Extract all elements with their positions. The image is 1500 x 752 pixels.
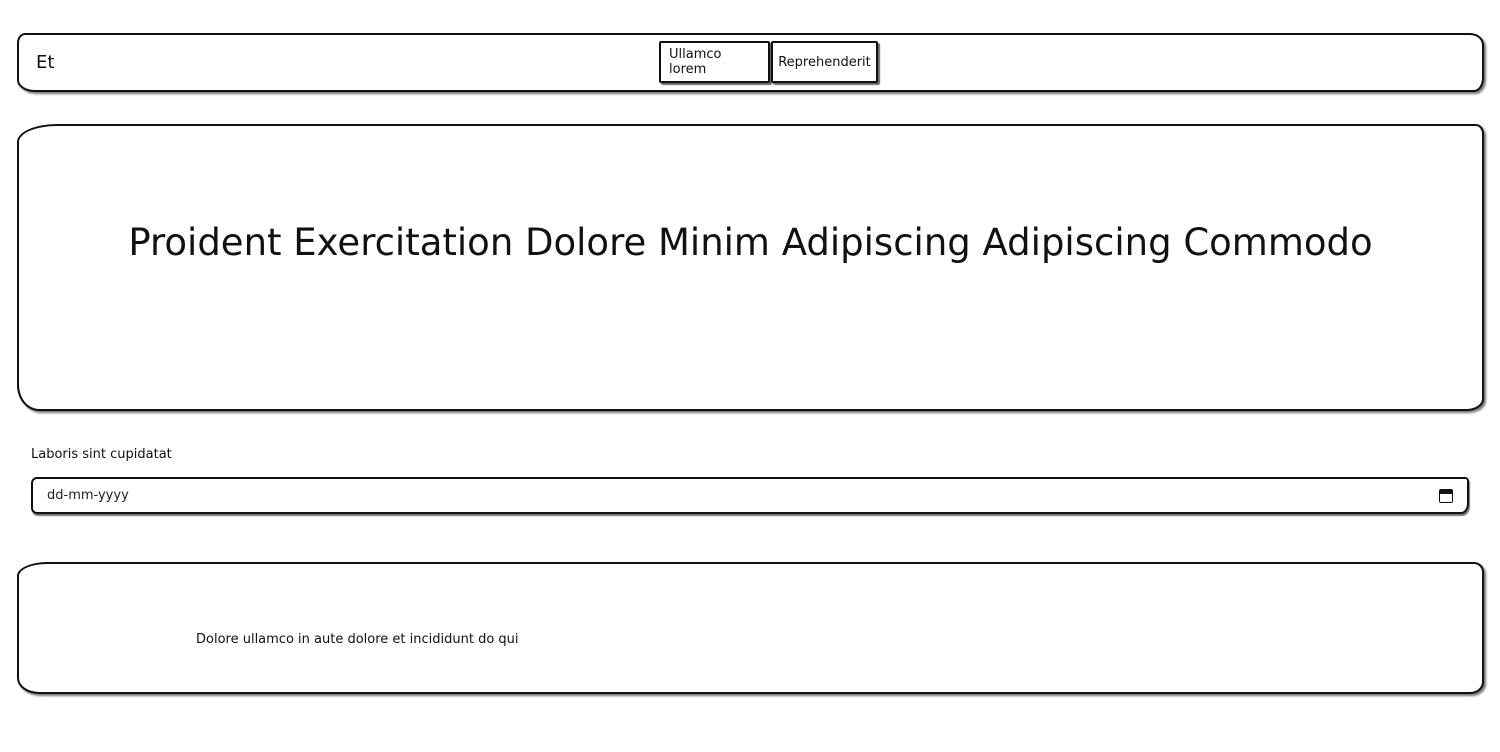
navbar: Et Ullamco lorem Reprehenderit — [17, 33, 1484, 92]
footer-card: Dolore ullamco in aute dolore et incidid… — [17, 562, 1484, 694]
footer-text: Dolore ullamco in aute dolore et incidid… — [196, 632, 519, 647]
nav-button-reprehenderit[interactable]: Reprehenderit — [771, 41, 878, 83]
calendar-icon[interactable] — [1439, 488, 1453, 503]
date-field-label: Laboris sint cupidatat — [31, 447, 172, 462]
hero-section: Proident Exercitation Dolore Minim Adipi… — [17, 124, 1484, 411]
date-placeholder: dd-mm-yyyy — [47, 488, 129, 503]
nav-button-ullamco-lorem[interactable]: Ullamco lorem — [659, 41, 770, 83]
brand-name[interactable]: Et — [36, 52, 54, 73]
date-input[interactable]: dd-mm-yyyy — [31, 477, 1469, 514]
nav-links: Ullamco lorem Reprehenderit — [659, 41, 878, 83]
hero-title: Proident Exercitation Dolore Minim Adipi… — [128, 221, 1373, 265]
